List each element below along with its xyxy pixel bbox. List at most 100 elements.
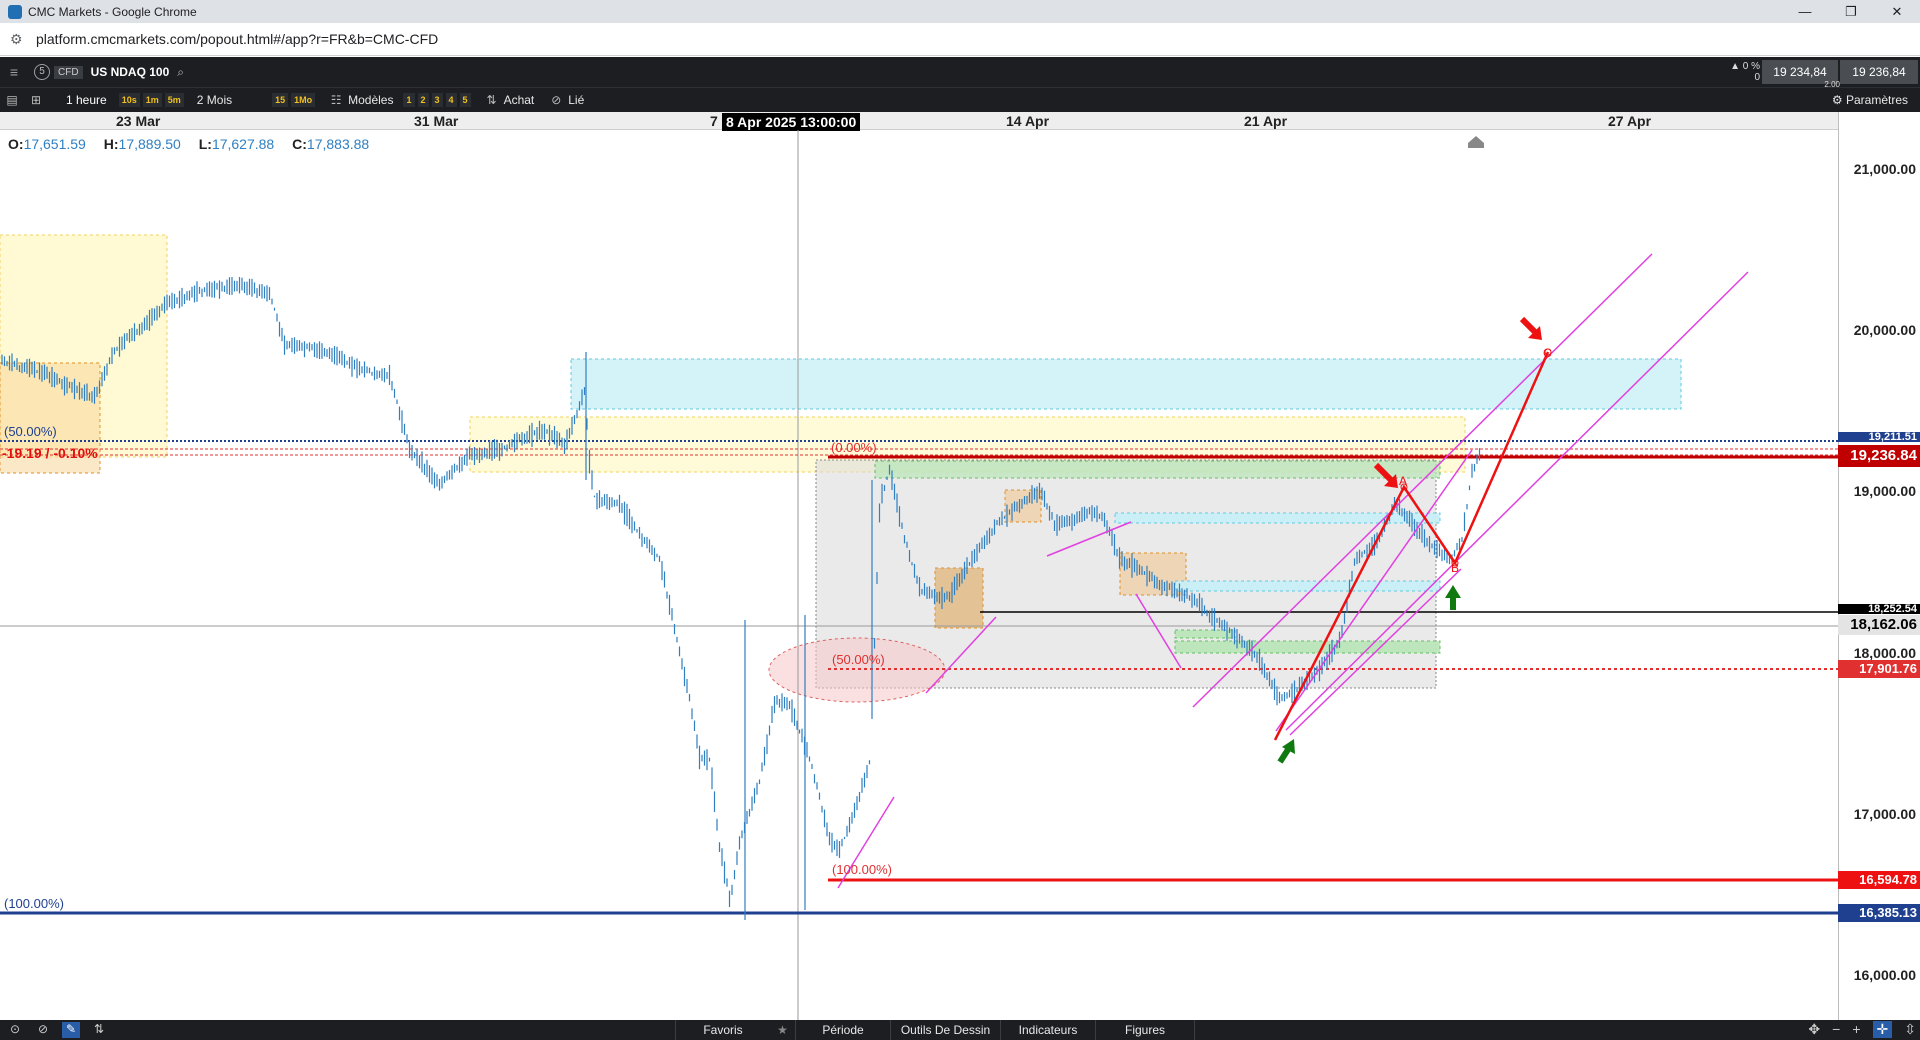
period-selector[interactable]: 1 heure [66,93,107,107]
fib-label: (50.00%) [832,652,885,667]
green-arrow-icon [1277,739,1295,764]
price-tick: 20,000.00 [1853,322,1916,338]
browser-title-bar: CMC Markets - Google Chrome — ❐ ✕ [0,0,1920,23]
high-value: 17,889.50 [118,136,181,152]
app-window: CMC Markets - Google Chrome — ❐ ✕ ⚙ plat… [0,0,1920,1040]
layout-3[interactable]: 3 [431,93,443,107]
timeframe-1mo[interactable]: 1Mo [291,93,316,107]
date-axis: 23 Mar 31 Mar 7 14 Apr 21 Apr 27 Apr 8 A… [0,112,1838,131]
restore-button[interactable]: ❐ [1828,4,1874,20]
green-strip [1174,629,1236,639]
tab-periode[interactable]: Période [795,1020,890,1040]
link-icon[interactable]: ⊘ [544,93,568,107]
timeframe-15[interactable]: 15 [272,93,289,107]
price-axis[interactable]: 21,000.00 20,000.00 19,000.00 18,000.00 … [1838,112,1920,1020]
layout-grid-icon[interactable]: ⊞ [24,93,48,107]
zoom-in-icon[interactable]: + [1852,1021,1860,1038]
sidebar-toggle-icon[interactable]: ▤ [0,93,24,107]
fit-icon[interactable]: ⇳ [1904,1021,1916,1038]
low-label: L: [198,136,212,152]
current-price-tag: 19,236.84 [1838,445,1920,467]
watchlist-number-icon: 5 [34,64,50,80]
price-tick: 17,000.00 [1853,806,1916,822]
instrument-badge[interactable]: 5 CFD US NDAQ 100 ⌕ [34,64,184,80]
layout-5[interactable]: 5 [459,93,471,107]
layout-1[interactable]: 1 [403,93,415,107]
range-selector[interactable]: 2 Mois [197,93,232,107]
green-arrow-icon [1445,585,1461,610]
pencil-icon[interactable]: ✎ [62,1022,80,1038]
crosshair-toggle-icon[interactable]: ✛ [1872,1021,1893,1038]
crosshair-price-tag: 18,162.06 [1838,615,1920,635]
tab-indicateurs[interactable]: Indicateurs [1000,1020,1095,1040]
buy-icon[interactable]: ⇅ [480,93,504,107]
fib-label: (50.00%) [4,424,57,439]
wave-label: C [1543,346,1552,360]
models-icon[interactable]: ☷ [324,93,348,107]
home-marker-icon [1468,136,1484,148]
magnet-icon[interactable]: ⇅ [90,1022,108,1038]
buy-price-button[interactable]: 19 236,84 [1840,60,1918,84]
orange-box [1004,489,1042,523]
settings-button[interactable]: ⚙ Paramètres [1832,93,1908,107]
close-value: 17,883.88 [306,136,370,152]
price-tick: 21,000.00 [1853,161,1916,177]
tab-favoris[interactable]: Favoris [675,1020,770,1040]
low-value: 17,627.88 [211,136,275,152]
bottom-toolbar: ⊙ ⊘ ✎ ⇅ Favoris ★ Période Outils De Dess… [0,1020,1920,1040]
close-button[interactable]: ✕ [1874,4,1920,20]
hamburger-menu-icon[interactable]: ≡ [0,64,28,80]
date-label: 27 Apr [1608,113,1652,129]
zoom-out-icon[interactable]: − [1832,1021,1840,1038]
cyan-strip [1174,580,1441,592]
settings-label: Paramètres [1845,93,1908,107]
star-icon[interactable]: ★ [770,1020,795,1040]
timeframe-5m[interactable]: 5m [164,93,184,107]
instrument-header: ≡ 5 CFD US NDAQ 100 ⌕ ▲ 0 % 0 19 234,84 … [0,57,1920,89]
tab-outils-de-dessin[interactable]: Outils De Dessin [890,1020,1000,1040]
spread-value: 0 [1754,72,1760,83]
layout-4[interactable]: 4 [445,93,457,107]
instrument-name: US NDAQ 100 [90,65,170,79]
tab-figures[interactable]: Figures [1095,1020,1195,1040]
timeframe-10s[interactable]: 10s [118,93,140,107]
fib-label: (100.00%) [832,862,892,877]
window-title: CMC Markets - Google Chrome [28,4,197,19]
close-label: C: [292,136,307,152]
address-bar: ⚙ platform.cmcmarkets.com/popout.html#/a… [0,23,1920,56]
price-chart[interactable]: (50.00%) -19.19 / -0.10% (100.00%) (0.00… [0,130,1838,1020]
gear-icon: ⚙ [1831,93,1846,107]
buy-button[interactable]: Achat [504,93,535,107]
fib-label: (100.00%) [4,896,64,911]
price-tick: 18,000.00 [1853,645,1916,661]
search-icon[interactable]: ⌕ [177,65,184,80]
site-info-icon[interactable]: ⚙ [10,31,26,48]
price-tick: 16,000.00 [1853,967,1916,983]
red-arrow-icon [1519,316,1542,340]
date-label: 7 [710,113,718,129]
move-icon[interactable]: ✥ [1808,1021,1820,1038]
url-field[interactable]: platform.cmcmarkets.com/popout.html#/app… [36,31,438,47]
minimize-button[interactable]: — [1782,4,1828,19]
spread-info: ▲ 0 % 0 [1730,61,1760,83]
chart-toolbar: ▤ ⊞ 1 heure 10s 1m 5m 2 Mois 15 1Mo ☷ Mo… [0,87,1920,112]
black-level-tag: 18,252.54 [1838,604,1920,614]
green-strip [1174,640,1441,654]
change-label: -19.19 / -0.10% [2,445,98,461]
timeframe-1m[interactable]: 1m [142,93,162,107]
models-button[interactable]: Modèles [348,93,393,107]
green-zone [874,460,1441,479]
layout-2[interactable]: 2 [417,93,429,107]
date-label: 23 Mar [116,113,161,129]
fib-100-tag: 16,594.78 [1838,871,1920,889]
fib-label: (0.00%) [831,440,877,455]
cfd-tag: CFD [54,65,83,79]
linked-button[interactable]: Lié [568,93,584,107]
date-label: 21 Apr [1244,113,1288,129]
date-label: 31 Mar [414,113,459,129]
hide-icon[interactable]: ⊘ [34,1022,52,1038]
cmc-logo-icon [8,4,22,19]
blue-low-tag: 16,385.13 [1838,904,1920,922]
wave-label: B [1451,561,1459,575]
crosshair-icon[interactable]: ⊙ [6,1022,24,1038]
